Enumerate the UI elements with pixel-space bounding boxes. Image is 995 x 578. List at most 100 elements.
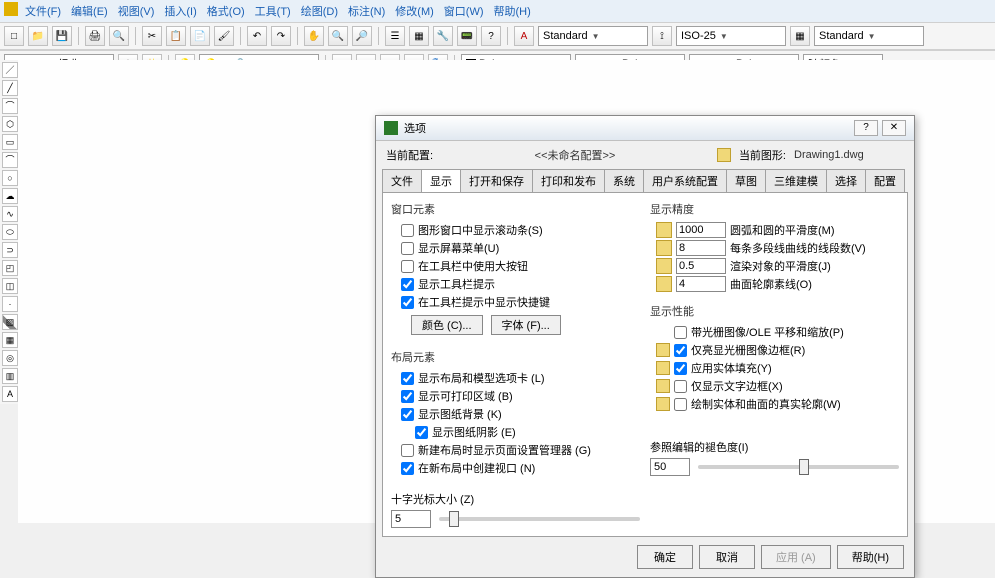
menu-file[interactable]: 文件(F) bbox=[22, 2, 64, 20]
gradient-icon[interactable]: ▦ bbox=[2, 332, 18, 348]
help-button[interactable]: 帮助(H) bbox=[837, 545, 904, 569]
refedit-slider[interactable] bbox=[698, 465, 899, 469]
fonts-button[interactable]: 字体 (F)... bbox=[491, 315, 561, 335]
chk-paperbg[interactable] bbox=[401, 408, 414, 421]
tablestyle-combo[interactable]: Standard▼ bbox=[814, 26, 924, 46]
chk-printarea[interactable] bbox=[401, 390, 414, 403]
save-icon[interactable]: 💾 bbox=[52, 26, 72, 46]
dimstyle-icon[interactable]: ⟟ bbox=[652, 26, 672, 46]
menu-insert[interactable]: 插入(I) bbox=[161, 2, 199, 20]
tool-icon[interactable]: 🔧 bbox=[433, 26, 453, 46]
menu-modify[interactable]: 修改(M) bbox=[392, 2, 437, 20]
tab-display[interactable]: 显示 bbox=[421, 169, 461, 192]
print-icon[interactable]: 🖨 bbox=[85, 26, 105, 46]
apply-button[interactable]: 应用 (A) bbox=[761, 545, 831, 569]
menu-help[interactable]: 帮助(H) bbox=[491, 2, 534, 20]
chk-createviewport[interactable] bbox=[401, 462, 414, 475]
xline-icon[interactable]: ╱ bbox=[2, 80, 18, 96]
dimstyle-combo[interactable]: ISO-25▼ bbox=[676, 26, 786, 46]
tab-profile[interactable]: 配置 bbox=[865, 169, 905, 192]
ellipsearc-icon[interactable]: ⊃ bbox=[2, 242, 18, 258]
tab-opensave[interactable]: 打开和保存 bbox=[460, 169, 533, 192]
properties-icon[interactable]: ☰ bbox=[385, 26, 405, 46]
menu-draw[interactable]: 绘图(D) bbox=[298, 2, 341, 20]
redo-icon[interactable]: ↷ bbox=[271, 26, 291, 46]
tablestyle-icon[interactable]: ▦ bbox=[790, 26, 810, 46]
dialog-help-icon[interactable]: ? bbox=[854, 120, 878, 136]
region-icon[interactable]: ◎ bbox=[2, 350, 18, 366]
refedit-input[interactable] bbox=[650, 458, 690, 476]
ellipse-icon[interactable]: ⬭ bbox=[2, 224, 18, 240]
line-icon[interactable]: ／ bbox=[2, 62, 18, 78]
colors-button[interactable]: 颜色 (C)... bbox=[411, 315, 483, 335]
chk-layouttabs[interactable] bbox=[401, 372, 414, 385]
cut-icon[interactable]: ✂ bbox=[142, 26, 162, 46]
copy-icon[interactable]: 📋 bbox=[166, 26, 186, 46]
spline-icon[interactable]: ∿ bbox=[2, 206, 18, 222]
chk-solidfill[interactable] bbox=[674, 362, 687, 375]
polygon-icon[interactable]: ⬡ bbox=[2, 116, 18, 132]
chk-raster-pan[interactable] bbox=[674, 326, 687, 339]
preview-icon[interactable]: 🔍 bbox=[109, 26, 129, 46]
menu-edit[interactable]: 编辑(E) bbox=[68, 2, 111, 20]
mtext-icon[interactable]: A bbox=[2, 386, 18, 402]
rendersmooth-input[interactable] bbox=[676, 258, 726, 274]
tab-system[interactable]: 系统 bbox=[604, 169, 644, 192]
tab-3d[interactable]: 三维建模 bbox=[765, 169, 827, 192]
textstyle-a-icon[interactable]: A bbox=[514, 26, 534, 46]
chk-pagesetup[interactable] bbox=[401, 444, 414, 457]
menu-window[interactable]: 窗口(W) bbox=[441, 2, 487, 20]
tab-plot[interactable]: 打印和发布 bbox=[532, 169, 605, 192]
segcount-input[interactable] bbox=[676, 240, 726, 256]
crosshair-input[interactable] bbox=[391, 510, 431, 528]
chk-scrollbars[interactable] bbox=[401, 224, 414, 237]
pan-icon[interactable]: ✋ bbox=[304, 26, 324, 46]
dialog-titlebar: 选项 ? ✕ bbox=[376, 116, 914, 141]
zoom-icon[interactable]: 🔍 bbox=[328, 26, 348, 46]
tab-select[interactable]: 选择 bbox=[826, 169, 866, 192]
cancel-button[interactable]: 取消 bbox=[699, 545, 755, 569]
chk-papershadow[interactable] bbox=[415, 426, 428, 439]
contour-input[interactable] bbox=[676, 276, 726, 292]
menu-tools[interactable]: 工具(T) bbox=[252, 2, 294, 20]
chk-bigbuttons[interactable] bbox=[401, 260, 414, 273]
point-icon[interactable]: · bbox=[2, 296, 18, 312]
dialog-close-icon[interactable]: ✕ bbox=[882, 120, 906, 136]
arcsmooth-input[interactable] bbox=[676, 222, 726, 238]
paste-icon[interactable]: 📄 bbox=[190, 26, 210, 46]
pline-icon[interactable]: ⌒ bbox=[2, 98, 18, 114]
insert-icon[interactable]: ◰ bbox=[2, 260, 18, 276]
chk-tooltips[interactable] bbox=[401, 278, 414, 291]
table-icon[interactable]: ▥ bbox=[2, 368, 18, 384]
new-icon[interactable]: □ bbox=[4, 26, 24, 46]
calc-icon[interactable]: 📟 bbox=[457, 26, 477, 46]
matchprop-icon[interactable]: 🖌 bbox=[214, 26, 234, 46]
crosshair-slider[interactable] bbox=[439, 517, 640, 521]
hatch-icon[interactable]: ▨ bbox=[2, 314, 18, 330]
chk-shortcutkeys[interactable] bbox=[401, 296, 414, 309]
toolbar-row-1: □ 📁 💾 🖨 🔍 ✂ 📋 📄 🖌 ↶ ↷ ✋ 🔍 🔎 ☰ ▦ 🔧 📟 ? A … bbox=[0, 22, 995, 50]
chk-raster-frame[interactable] bbox=[674, 344, 687, 357]
tab-file[interactable]: 文件 bbox=[382, 169, 422, 192]
rect-icon[interactable]: ▭ bbox=[2, 134, 18, 150]
ok-button[interactable]: 确定 bbox=[637, 545, 693, 569]
tab-userpref[interactable]: 用户系统配置 bbox=[643, 169, 727, 192]
arc-icon[interactable]: ⌒ bbox=[2, 152, 18, 168]
chk-textframe[interactable] bbox=[674, 380, 687, 393]
help-icon[interactable]: ? bbox=[481, 26, 501, 46]
block-icon[interactable]: ◫ bbox=[2, 278, 18, 294]
tab-draft[interactable]: 草图 bbox=[726, 169, 766, 192]
dc-icon[interactable]: ▦ bbox=[409, 26, 429, 46]
menu-dim[interactable]: 标注(N) bbox=[345, 2, 388, 20]
circle-icon[interactable]: ○ bbox=[2, 170, 18, 186]
open-icon[interactable]: 📁 bbox=[28, 26, 48, 46]
textstyle-combo[interactable]: Standard▼ bbox=[538, 26, 648, 46]
perf-group-title: 显示性能 bbox=[650, 303, 899, 319]
undo-icon[interactable]: ↶ bbox=[247, 26, 267, 46]
zoom2-icon[interactable]: 🔎 bbox=[352, 26, 372, 46]
menu-view[interactable]: 视图(V) bbox=[115, 2, 158, 20]
chk-silhouette[interactable] bbox=[674, 398, 687, 411]
revcloud-icon[interactable]: ☁ bbox=[2, 188, 18, 204]
chk-screenmenu[interactable] bbox=[401, 242, 414, 255]
menu-format[interactable]: 格式(O) bbox=[204, 2, 248, 20]
